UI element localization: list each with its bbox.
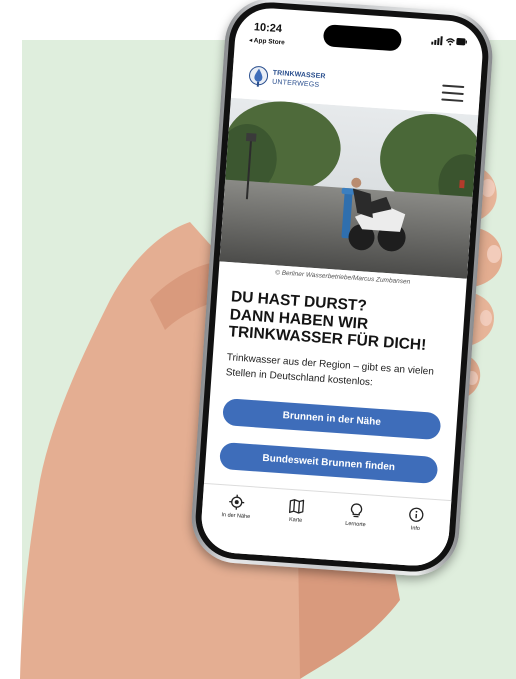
tab-learning-places[interactable]: Lernorte: [327, 501, 385, 530]
status-time: 10:24: [253, 21, 283, 36]
wifi-icon: [445, 38, 455, 44]
logo-icon[interactable]: [248, 65, 269, 88]
tab-label: In der Nähe: [221, 512, 251, 521]
battery-icon: [456, 37, 467, 46]
tab-label: Info: [410, 525, 421, 533]
location-target-icon: [229, 494, 245, 510]
tab-label: Lernorte: [345, 520, 366, 529]
intro-text: Trinkwasser aus der Region – gibt es an …: [225, 352, 435, 389]
headline: DU HAST DURST? DANN HABEN WIR TRINKWASSE…: [228, 288, 457, 356]
tab-map[interactable]: Karte: [267, 496, 325, 525]
lightbulb-icon: [350, 503, 363, 518]
hero-photo: [219, 97, 479, 279]
logo-text-line2: UNTERWEGS: [271, 78, 320, 89]
tab-info[interactable]: Info: [387, 505, 445, 534]
dynamic-island: [322, 24, 403, 52]
hamburger-menu-icon[interactable]: [441, 84, 465, 103]
phone-screen: 10:24 ◂ App Store TRINKWASSER UNTERWEGS: [199, 6, 485, 568]
signal-icon: [431, 36, 443, 46]
status-icons: [431, 36, 467, 46]
phone: 10:24 ◂ App Store TRINKWASSER UNTERWEGS: [188, 0, 496, 579]
info-icon: [409, 507, 424, 522]
map-icon: [288, 499, 305, 514]
nationwide-fountains-button[interactable]: Bundesweit Brunnen finden: [219, 441, 439, 485]
tab-label: Karte: [288, 516, 303, 524]
back-to-app-store-link[interactable]: ◂ App Store: [249, 36, 285, 46]
nearby-fountains-button[interactable]: Brunnen in der Nähe: [222, 398, 442, 441]
tab-nearby[interactable]: In der Nähe: [208, 492, 266, 521]
